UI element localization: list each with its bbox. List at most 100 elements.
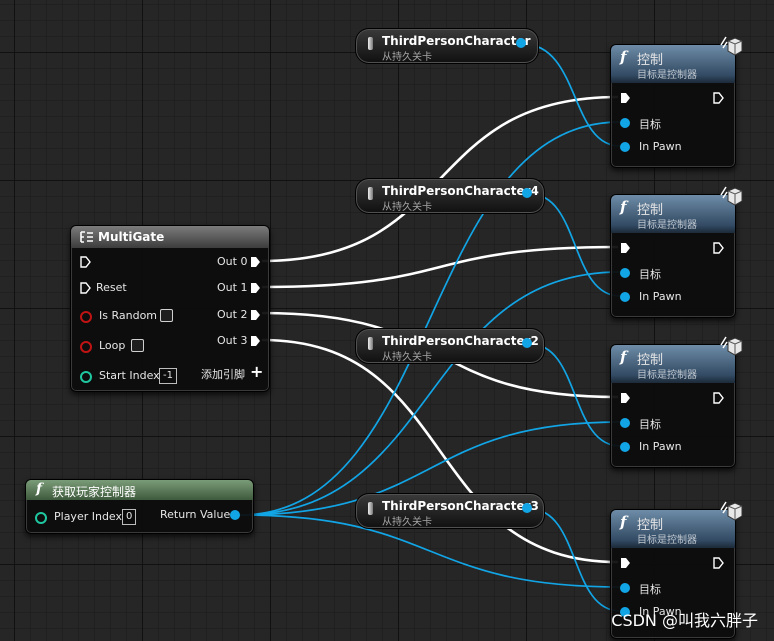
out0-exec-pin[interactable] bbox=[250, 256, 261, 268]
exec-in-pin[interactable] bbox=[620, 242, 631, 254]
in-pawn-label: In Pawn bbox=[639, 140, 682, 153]
function-icon: f bbox=[620, 348, 627, 366]
add-pin-icon[interactable]: + bbox=[250, 362, 263, 381]
get-player-controller-node[interactable]: f 获取玩家控制器 Player Index 0 Return Value bbox=[25, 479, 254, 534]
multigate-icon bbox=[80, 231, 93, 243]
variable-source: 从持久关卡 bbox=[382, 352, 432, 363]
exec-out-pin[interactable] bbox=[713, 92, 724, 104]
multigate-title: MultiGate bbox=[98, 230, 165, 244]
variable-name: ThirdPersonCharacter2 bbox=[382, 334, 539, 348]
out1-label: Out 1 bbox=[217, 281, 248, 294]
exec-in-pin[interactable] bbox=[80, 256, 91, 268]
in-pawn-label: In Pawn bbox=[639, 440, 682, 453]
target-label: 目标 bbox=[639, 118, 661, 131]
function-icon: f bbox=[620, 198, 627, 216]
exec-in-pin[interactable] bbox=[620, 92, 631, 104]
in-pawn-pin[interactable] bbox=[620, 292, 630, 302]
possess-node-2[interactable]: f 控制 目标是控制器 目标 In Pawn bbox=[610, 186, 743, 318]
possess-header: f 控制 目标是控制器 bbox=[611, 345, 735, 383]
var-node-thirdpersoncharacter2[interactable]: ThirdPersonCharacter2 从持久关卡 bbox=[355, 328, 545, 364]
possess-subtitle: 目标是控制器 bbox=[637, 70, 697, 81]
start-index-input[interactable]: -1 bbox=[159, 368, 177, 384]
variable-output-pin[interactable] bbox=[522, 338, 532, 348]
variable-name: ThirdPersonCharacter4 bbox=[382, 184, 539, 198]
var-node-thirdpersoncharacter[interactable]: ThirdPersonCharacter 从持久关卡 bbox=[355, 28, 539, 64]
pawn-wire-2 bbox=[529, 193, 621, 297]
in-pawn-pin[interactable] bbox=[620, 442, 630, 452]
variable-source: 从持久关卡 bbox=[382, 202, 432, 213]
player-index-input[interactable]: 0 bbox=[122, 509, 137, 525]
exec-out-pin[interactable] bbox=[713, 392, 724, 404]
exec-out-pin[interactable] bbox=[713, 242, 724, 254]
out2-label: Out 2 bbox=[217, 308, 248, 321]
get-controller-header: f 获取玩家控制器 bbox=[26, 480, 253, 500]
multigate-node[interactable]: MultiGate Reset Is Random Loop Start Ind… bbox=[70, 225, 270, 392]
is-random-pin[interactable] bbox=[80, 311, 92, 323]
out1-exec-pin[interactable] bbox=[250, 282, 261, 294]
target-pin[interactable] bbox=[620, 118, 630, 128]
variable-bar-icon bbox=[368, 37, 373, 50]
loop-checkbox[interactable] bbox=[131, 339, 144, 352]
variable-source: 从持久关卡 bbox=[382, 517, 432, 528]
return-value-pin[interactable] bbox=[230, 510, 240, 520]
function-icon: f bbox=[36, 481, 43, 497]
add-pin-label: 添加引脚 bbox=[201, 368, 245, 381]
network-cube-icon bbox=[720, 501, 743, 521]
variable-name: ThirdPersonCharacter3 bbox=[382, 499, 539, 513]
variable-bar-icon bbox=[368, 502, 373, 515]
possess-subtitle: 目标是控制器 bbox=[637, 220, 697, 231]
target-label: 目标 bbox=[639, 583, 661, 596]
target-pin[interactable] bbox=[620, 583, 630, 593]
variable-output-pin[interactable] bbox=[522, 188, 532, 198]
target-pin[interactable] bbox=[620, 418, 630, 428]
variable-output-pin[interactable] bbox=[522, 503, 532, 513]
get-controller-title: 获取玩家控制器 bbox=[52, 485, 137, 499]
var-node-thirdpersoncharacter3[interactable]: ThirdPersonCharacter3 从持久关卡 bbox=[355, 493, 545, 529]
function-icon: f bbox=[620, 513, 627, 531]
is-random-checkbox[interactable] bbox=[160, 309, 173, 322]
pawn-wire-4 bbox=[529, 508, 621, 612]
out3-exec-pin[interactable] bbox=[250, 335, 261, 347]
exec-out-pin[interactable] bbox=[713, 557, 724, 569]
is-random-label: Is Random bbox=[99, 309, 158, 322]
reset-exec-pin[interactable] bbox=[80, 282, 91, 294]
variable-name: ThirdPersonCharacter bbox=[382, 34, 531, 48]
player-index-pin[interactable] bbox=[35, 512, 47, 524]
possess-node-3[interactable]: f 控制 目标是控制器 目标 In Pawn bbox=[610, 336, 743, 468]
in-pawn-pin[interactable] bbox=[620, 142, 630, 152]
target-label: 目标 bbox=[639, 268, 661, 281]
player-index-label: Player Index bbox=[54, 510, 123, 523]
pawn-wire-3 bbox=[529, 343, 621, 447]
out3-label: Out 3 bbox=[217, 334, 248, 347]
variable-source: 从持久关卡 bbox=[382, 52, 432, 63]
possess-subtitle: 目标是控制器 bbox=[637, 535, 697, 546]
return-value-label: Return Value bbox=[160, 508, 231, 521]
network-cube-icon bbox=[720, 336, 743, 356]
variable-bar-icon bbox=[368, 187, 373, 200]
possess-node-1[interactable]: f 控制 目标是控制器 目标 In Pawn bbox=[610, 36, 743, 168]
function-icon: f bbox=[620, 48, 627, 66]
in-pawn-label: In Pawn bbox=[639, 290, 682, 303]
loop-label: Loop bbox=[99, 339, 126, 352]
loop-pin[interactable] bbox=[80, 341, 92, 353]
out2-exec-pin[interactable] bbox=[250, 309, 261, 321]
reset-label: Reset bbox=[96, 281, 127, 294]
target-pin[interactable] bbox=[620, 268, 630, 278]
controller-wire-2 bbox=[239, 271, 621, 516]
start-index-pin[interactable] bbox=[80, 371, 92, 383]
out0-label: Out 0 bbox=[217, 255, 248, 268]
exec-in-pin[interactable] bbox=[620, 557, 631, 569]
start-index-label: Start Index bbox=[99, 369, 160, 382]
variable-bar-icon bbox=[368, 337, 373, 350]
target-label: 目标 bbox=[639, 418, 661, 431]
variable-output-pin[interactable] bbox=[516, 38, 526, 48]
exec-wire-out1 bbox=[261, 245, 619, 289]
possess-header: f 控制 目标是控制器 bbox=[611, 195, 735, 233]
network-cube-icon bbox=[720, 186, 743, 206]
network-cube-icon bbox=[720, 36, 743, 56]
possess-header: f 控制 目标是控制器 bbox=[611, 510, 735, 548]
multigate-header: MultiGate bbox=[71, 226, 269, 248]
exec-in-pin[interactable] bbox=[620, 392, 631, 404]
pawn-wire-1 bbox=[522, 43, 621, 147]
var-node-thirdpersoncharacter4[interactable]: ThirdPersonCharacter4 从持久关卡 bbox=[355, 178, 545, 214]
